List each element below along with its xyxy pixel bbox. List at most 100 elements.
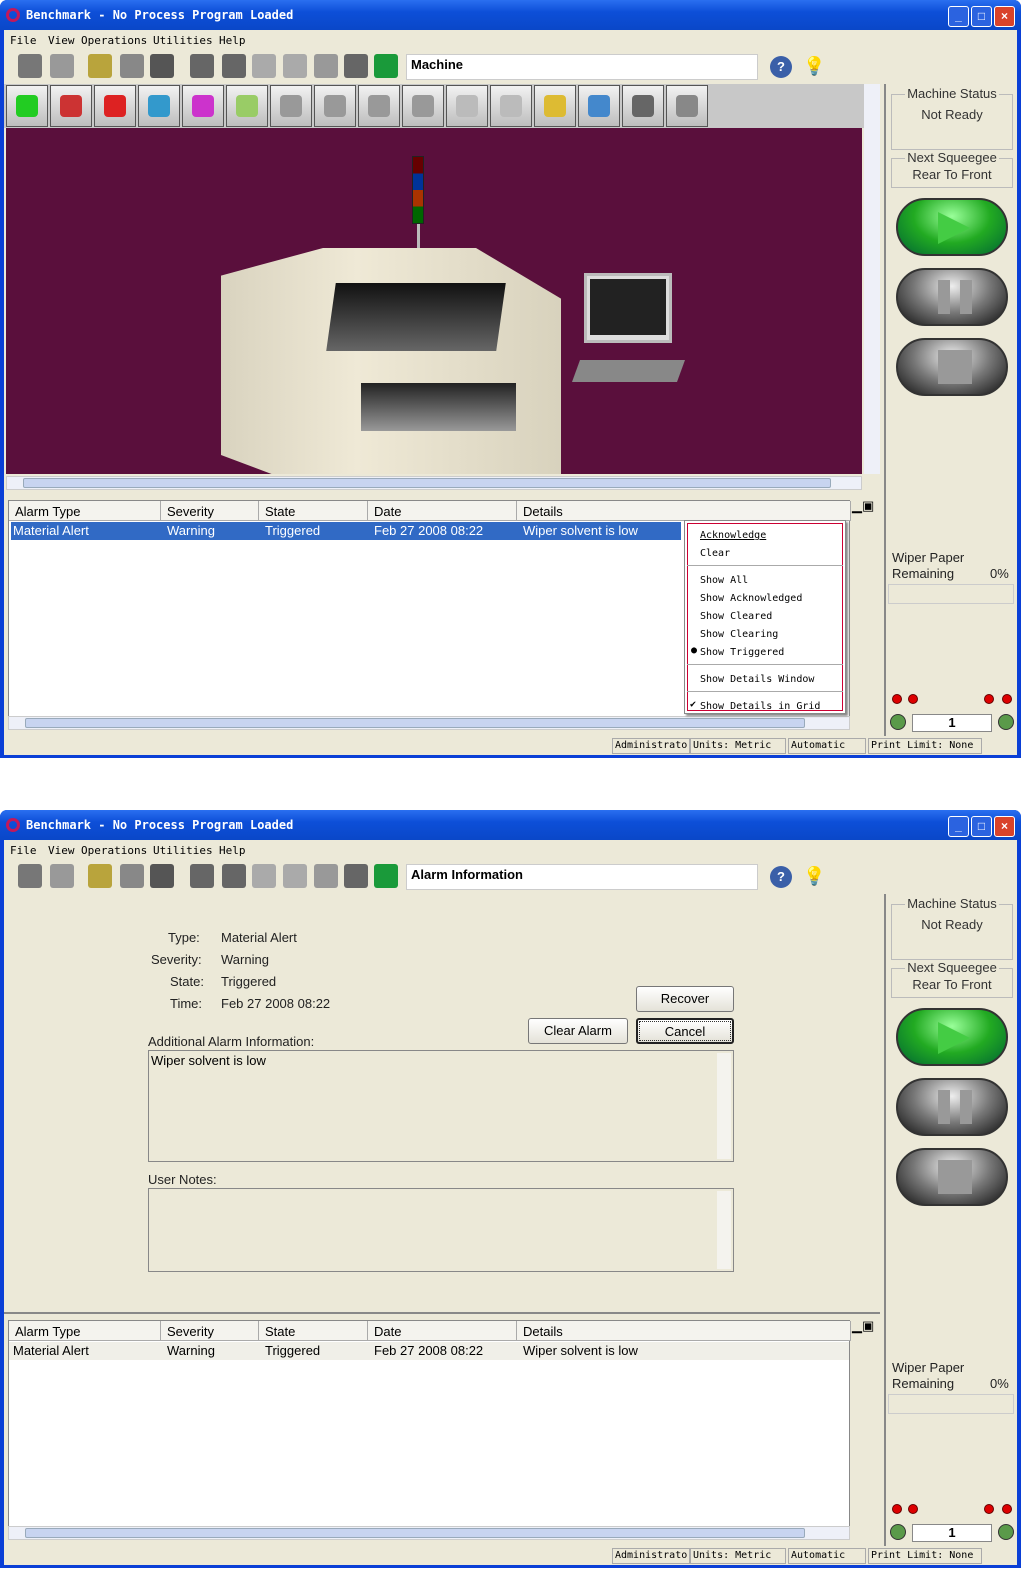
up-down-icon[interactable] — [314, 864, 338, 888]
board-transfer-icon[interactable] — [190, 864, 214, 888]
screwdriver-icon[interactable] — [94, 85, 136, 127]
menu-utilities[interactable]: Utilities — [153, 844, 213, 857]
transfer-icon[interactable] — [534, 85, 576, 127]
pause-button[interactable] — [896, 268, 1008, 326]
clear-alarm-button[interactable]: Clear Alarm — [528, 1018, 628, 1044]
menu-item-show-details-in-grid[interactable]: Show Details in Grid — [700, 701, 820, 712]
monitor-icon[interactable] — [18, 54, 42, 78]
column-header-severity[interactable]: Severity — [161, 1321, 259, 1341]
column-header-details[interactable]: Details — [517, 501, 851, 521]
menu-help[interactable]: Help — [219, 34, 246, 47]
menu-item-show-clearing[interactable]: Show Clearing — [700, 629, 778, 640]
maximize-button[interactable]: □ — [971, 816, 992, 837]
column-header-state[interactable]: State — [259, 501, 368, 521]
save-icon[interactable] — [150, 864, 174, 888]
notepad-icon[interactable] — [120, 54, 144, 78]
cancel-button[interactable]: Cancel — [636, 1018, 734, 1044]
pane-restore-icon[interactable]: ▁▣ — [852, 1318, 878, 1333]
menu-item-show-acknowledged[interactable]: Show Acknowledged — [700, 593, 802, 604]
menu-view[interactable]: View — [48, 34, 75, 47]
blade-icon[interactable] — [314, 85, 356, 127]
load-board-icon[interactable] — [252, 864, 276, 888]
bar-chart-icon[interactable] — [138, 85, 180, 127]
unload-board-icon[interactable] — [283, 54, 307, 78]
user-notes-textarea[interactable] — [148, 1188, 734, 1272]
stop-button[interactable] — [896, 338, 1008, 396]
lift-icon[interactable] — [344, 54, 368, 78]
menu-utilities[interactable]: Utilities — [153, 34, 213, 47]
lock-icon[interactable] — [374, 864, 398, 888]
tip-bulb-icon[interactable]: 💡 — [803, 866, 825, 888]
menu-item-show-cleared[interactable]: Show Cleared — [700, 611, 772, 622]
view-horizontal-scrollbar[interactable] — [6, 476, 862, 490]
recover-button[interactable]: Recover — [636, 986, 734, 1012]
pane-restore-icon[interactable]: ▁▣ — [852, 498, 878, 513]
minimize-button[interactable]: _ — [948, 6, 969, 27]
menu-item-show-triggered[interactable]: Show Triggered — [700, 647, 784, 658]
menu-operations[interactable]: Operations — [81, 34, 147, 47]
open-folder-icon[interactable] — [88, 864, 112, 888]
close-button[interactable]: × — [994, 6, 1015, 27]
menu-file[interactable]: File — [10, 34, 37, 47]
notepad-icon[interactable] — [120, 864, 144, 888]
menu-help[interactable]: Help — [219, 844, 246, 857]
table-row[interactable]: Material Alert Warning Triggered Feb 27 … — [11, 522, 681, 540]
grid-horizontal-scrollbar[interactable] — [8, 1526, 850, 1540]
tip-bulb-icon[interactable]: 💡 — [803, 56, 825, 78]
start-button[interactable] — [896, 1008, 1008, 1066]
load-board-icon[interactable] — [252, 54, 276, 78]
column-header-state[interactable]: State — [259, 1321, 368, 1341]
menu-item-show-all[interactable]: Show All — [700, 575, 748, 586]
camera-icon[interactable] — [222, 864, 246, 888]
board-transfer-icon[interactable] — [190, 54, 214, 78]
back-icon[interactable] — [50, 54, 74, 78]
maximize-button[interactable]: □ — [971, 6, 992, 27]
menu-file[interactable]: File — [10, 844, 37, 857]
help-icon[interactable]: ? — [770, 56, 792, 78]
monitor-icon[interactable] — [18, 864, 42, 888]
hook-icon[interactable] — [666, 85, 708, 127]
minimize-button[interactable]: _ — [948, 816, 969, 837]
save-icon[interactable] — [150, 54, 174, 78]
table-row[interactable]: Material Alert Warning Triggered Feb 27 … — [9, 1342, 849, 1360]
additional-info-textarea[interactable]: Wiper solvent is low — [148, 1050, 734, 1162]
column-header-details[interactable]: Details — [517, 1321, 851, 1341]
bar-chart-alt-icon[interactable] — [182, 85, 224, 127]
board-icon[interactable] — [446, 85, 488, 127]
machine-status-group: Machine Status Not Ready — [891, 86, 1013, 150]
up-down-icon[interactable] — [314, 54, 338, 78]
help-icon[interactable]: ? — [770, 866, 792, 888]
menu-view[interactable]: View — [48, 844, 75, 857]
back-icon[interactable] — [50, 864, 74, 888]
column-header-date[interactable]: Date — [368, 1321, 517, 1341]
column-header-alarm-type[interactable]: Alarm Type — [9, 501, 161, 521]
alarm-led-icon — [1002, 1504, 1012, 1514]
checklist-icon[interactable] — [50, 85, 92, 127]
pause-button[interactable] — [896, 1078, 1008, 1136]
squeegee-icon[interactable] — [270, 85, 312, 127]
view-vertical-scrollbar[interactable] — [864, 84, 880, 474]
column-header-alarm-type[interactable]: Alarm Type — [9, 1321, 161, 1341]
lift-icon[interactable] — [344, 864, 368, 888]
stop-button[interactable] — [896, 1148, 1008, 1206]
grid-horizontal-scrollbar[interactable] — [8, 716, 850, 730]
lock-icon[interactable] — [374, 54, 398, 78]
refresh-icon[interactable] — [6, 85, 48, 127]
tool-icon[interactable] — [358, 85, 400, 127]
camera-icon[interactable] — [222, 54, 246, 78]
rails-icon[interactable] — [226, 85, 268, 127]
unload-board-icon[interactable] — [283, 864, 307, 888]
stencil-icon[interactable] — [402, 85, 444, 127]
start-button[interactable] — [896, 198, 1008, 256]
solvent-drops-icon[interactable] — [578, 85, 620, 127]
open-folder-icon[interactable] — [88, 54, 112, 78]
menu-item-show-details-window[interactable]: Show Details Window — [700, 674, 814, 685]
menu-item-acknowledge[interactable]: Acknowledge — [700, 530, 766, 541]
column-header-severity[interactable]: Severity — [161, 501, 259, 521]
close-button[interactable]: × — [994, 816, 1015, 837]
menu-operations[interactable]: Operations — [81, 844, 147, 857]
column-header-date[interactable]: Date — [368, 501, 517, 521]
wiper-icon[interactable] — [490, 85, 532, 127]
stencil-view-icon[interactable] — [622, 85, 664, 127]
menu-item-clear[interactable]: Clear — [700, 548, 730, 559]
